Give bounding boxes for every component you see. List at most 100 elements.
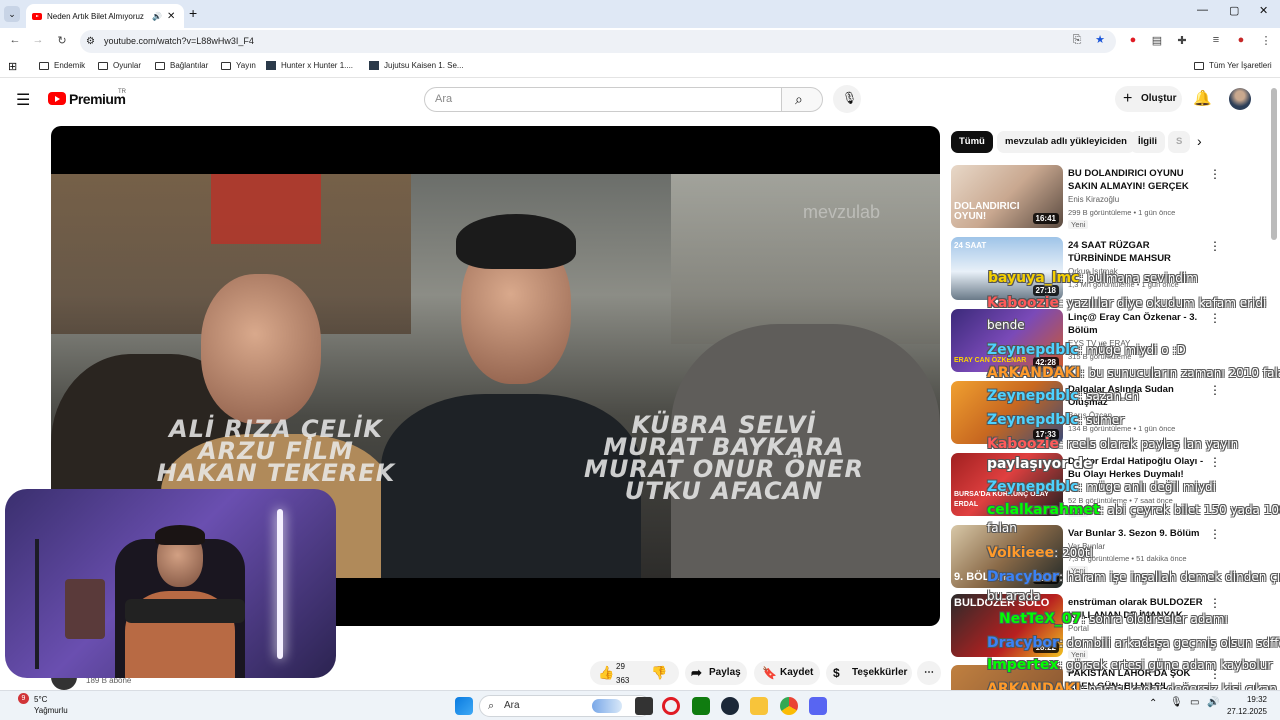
extensions-icon[interactable]: ✚ bbox=[1175, 34, 1189, 47]
site-thumbnail-icon bbox=[266, 61, 276, 70]
create-button[interactable]: + Oluştur bbox=[1115, 86, 1182, 112]
mic-tray-icon[interactable]: 🎙 bbox=[1170, 697, 1183, 708]
search-icon: ⌕ bbox=[488, 700, 495, 712]
bookmark-label: Oyunlar bbox=[113, 61, 142, 70]
install-app-icon[interactable]: ⎘ bbox=[1070, 34, 1084, 47]
bookmark-oyunlar[interactable]: Oyunlar bbox=[98, 61, 141, 70]
thanks-button[interactable]: $ Teşekkürler bbox=[826, 661, 912, 685]
opera-extension-icon[interactable]: ● bbox=[1126, 34, 1140, 46]
notifications-bell-icon[interactable]: 🔔 bbox=[1193, 89, 1212, 107]
chrome-icon[interactable] bbox=[780, 697, 798, 715]
kebab-menu-icon[interactable]: ⋮ bbox=[1209, 167, 1221, 181]
video-thumbnail[interactable]: DOLANDIRICI OYUN! 16:41 bbox=[951, 165, 1063, 228]
apps-grid-icon[interactable]: ⊞ bbox=[8, 60, 17, 73]
save-button[interactable]: 🔖 Kaydet bbox=[754, 661, 820, 685]
chip-more[interactable]: S bbox=[1168, 131, 1191, 153]
like-button[interactable]: 👍 bbox=[598, 661, 614, 685]
xbox-icon[interactable] bbox=[692, 697, 710, 715]
volume-icon[interactable]: 🔊 bbox=[1207, 697, 1219, 708]
search-placeholder: Ara bbox=[435, 93, 453, 105]
bookmark-jujutsu[interactable]: Jujutsu Kaisen 1. Se... bbox=[369, 61, 464, 70]
reload-icon[interactable]: ↻ bbox=[55, 34, 69, 47]
network-icon[interactable]: ▭ bbox=[1190, 697, 1199, 708]
search-input[interactable]: Ara bbox=[424, 87, 782, 112]
clock-time[interactable]: 19:32 bbox=[1231, 695, 1267, 704]
avatar[interactable] bbox=[1229, 88, 1251, 110]
file-explorer-icon[interactable] bbox=[750, 697, 768, 715]
address-bar[interactable]: ⚙ youtube.com/watch?v=L88wHw3I_F4 bbox=[80, 30, 1116, 53]
maximize-button[interactable]: ▢ bbox=[1229, 4, 1239, 17]
share-button[interactable]: ➦ Paylaş bbox=[685, 661, 747, 685]
bookmark-yayin[interactable]: Yayın bbox=[221, 61, 256, 70]
chat-username: bayuya_lmc bbox=[988, 270, 1080, 286]
kebab-menu-icon[interactable]: ⋮ bbox=[1209, 527, 1221, 541]
steam-icon[interactable] bbox=[721, 697, 739, 715]
chip-all[interactable]: Tümü bbox=[951, 131, 993, 153]
chrome-menu-icon[interactable]: ⋮ bbox=[1259, 34, 1273, 47]
tray-expand-icon[interactable]: ⌃ bbox=[1149, 698, 1157, 709]
video-thumbnail[interactable]: 24 SAAT 27:18 bbox=[951, 237, 1063, 300]
kebab-menu-icon[interactable]: ⋮ bbox=[1209, 455, 1221, 469]
webcam-overlay bbox=[5, 489, 336, 678]
recommendation-title[interactable]: Var Bunlar 3. Sezon 9. Bölüm bbox=[1068, 527, 1206, 540]
close-window-button[interactable]: ✕ bbox=[1259, 4, 1268, 17]
browser-tab[interactable]: Neden Artık Bilet Almıyoruz 🔊 ✕ bbox=[26, 4, 184, 28]
browser-toolbar: ← → ↻ ⚙ youtube.com/watch?v=L88wHw3I_F4 … bbox=[0, 28, 1280, 56]
chat-message: Kaboozie: yazılılar diye okudum kafam er… bbox=[987, 295, 1266, 311]
forward-icon[interactable]: → bbox=[31, 34, 45, 46]
task-view-icon[interactable] bbox=[635, 697, 653, 715]
windows-start-icon[interactable] bbox=[455, 697, 473, 715]
kebab-menu-icon[interactable]: ⋮ bbox=[1209, 383, 1221, 397]
back-icon[interactable]: ← bbox=[8, 34, 22, 46]
recommendation-item[interactable]: 24 SAAT 27:18 24 SAAT RÜZGAR TÜRBİNİNDE … bbox=[951, 237, 1261, 301]
chat-message: Zeynepdblc: sazan.ch bbox=[987, 388, 1139, 404]
page-scrollbar[interactable] bbox=[1271, 88, 1277, 240]
thumbnail-caption: DOLANDIRICI OYUN! bbox=[954, 201, 1020, 222]
voice-search-button[interactable]: 🎙 bbox=[833, 85, 861, 113]
youtube-header: ☰ Premium TR Ara ⌕ 🎙 + Oluştur 🔔 bbox=[0, 80, 1280, 120]
bookmark-star-icon[interactable]: ★ bbox=[1093, 33, 1107, 46]
weather-widget[interactable]: 9 5°C Yağmurlu bbox=[8, 693, 88, 719]
taskbar-search[interactable]: ⌕ Ara bbox=[479, 695, 651, 717]
chip-uploader[interactable]: mevzulab adlı yükleyiciden bbox=[997, 131, 1135, 153]
chip-related[interactable]: İlgili bbox=[1130, 131, 1165, 153]
kebab-menu-icon[interactable]: ⋮ bbox=[1209, 596, 1221, 610]
all-bookmarks[interactable]: Tüm Yer İşaretleri bbox=[1194, 61, 1272, 70]
opera-icon[interactable] bbox=[662, 697, 680, 715]
tripod bbox=[35, 539, 39, 669]
media-controls-icon[interactable]: ≡ bbox=[1209, 34, 1223, 46]
chips-next-icon[interactable]: › bbox=[1197, 133, 1202, 149]
premium-logo-text[interactable]: Premium bbox=[69, 91, 126, 107]
clock-date[interactable]: 27.12.2025 bbox=[1224, 707, 1267, 716]
recommendation-item[interactable]: DOLANDIRICI OYUN! 16:41 BU DOLANDIRICI O… bbox=[951, 165, 1261, 229]
chat-message: bayuya_lmc: bulmana sevindim bbox=[988, 270, 1198, 286]
kebab-menu-icon[interactable]: ⋮ bbox=[1209, 239, 1221, 253]
youtube-logo-icon[interactable] bbox=[48, 92, 66, 105]
search-button[interactable]: ⌕ bbox=[781, 87, 823, 112]
light-bar bbox=[277, 509, 283, 659]
reader-icon[interactable]: ▤ bbox=[1150, 34, 1164, 47]
site-thumbnail-icon bbox=[369, 61, 379, 70]
speaker-icon[interactable]: 🔊 bbox=[152, 12, 162, 21]
bookmark-hunter[interactable]: Hunter x Hunter 1.... bbox=[266, 61, 353, 70]
chat-text: : 200tl bbox=[1054, 546, 1093, 560]
site-info-icon[interactable]: ⚙ bbox=[86, 30, 95, 53]
hamburger-menu-icon[interactable]: ☰ bbox=[16, 90, 30, 110]
discord-icon[interactable] bbox=[809, 697, 827, 715]
tab-search-button[interactable]: ⌄ bbox=[4, 6, 20, 22]
chat-username: paylaşıyor de bbox=[987, 456, 1093, 472]
recommendation-title[interactable]: Linç@ Eray Can Özkenar - 3. Bölüm bbox=[1068, 311, 1206, 337]
recommendation-title[interactable]: BU DOLANDIRICI OYUNU SAKIN ALMAYIN! GERÇ… bbox=[1068, 167, 1206, 193]
man-left-face bbox=[201, 274, 321, 424]
more-actions-button[interactable]: ⋯ bbox=[917, 661, 941, 685]
new-tab-button[interactable]: + bbox=[189, 5, 197, 21]
profile-icon[interactable]: ● bbox=[1234, 34, 1248, 46]
kebab-menu-icon[interactable]: ⋮ bbox=[1209, 311, 1221, 325]
bookmark-baglantilar[interactable]: Bağlantılar bbox=[155, 61, 208, 70]
minimize-button[interactable]: — bbox=[1197, 4, 1208, 16]
recommendation-channel[interactable]: Enis Kirazoğlu bbox=[1068, 195, 1119, 204]
recommendation-title[interactable]: 24 SAAT RÜZGAR TÜRBİNİNDE MAHSUR KALMAK! bbox=[1068, 239, 1206, 265]
bookmark-endemik[interactable]: Endemik bbox=[39, 61, 85, 70]
tab-close-icon[interactable]: ✕ bbox=[167, 11, 175, 22]
dislike-button[interactable]: 👎 bbox=[651, 661, 667, 685]
